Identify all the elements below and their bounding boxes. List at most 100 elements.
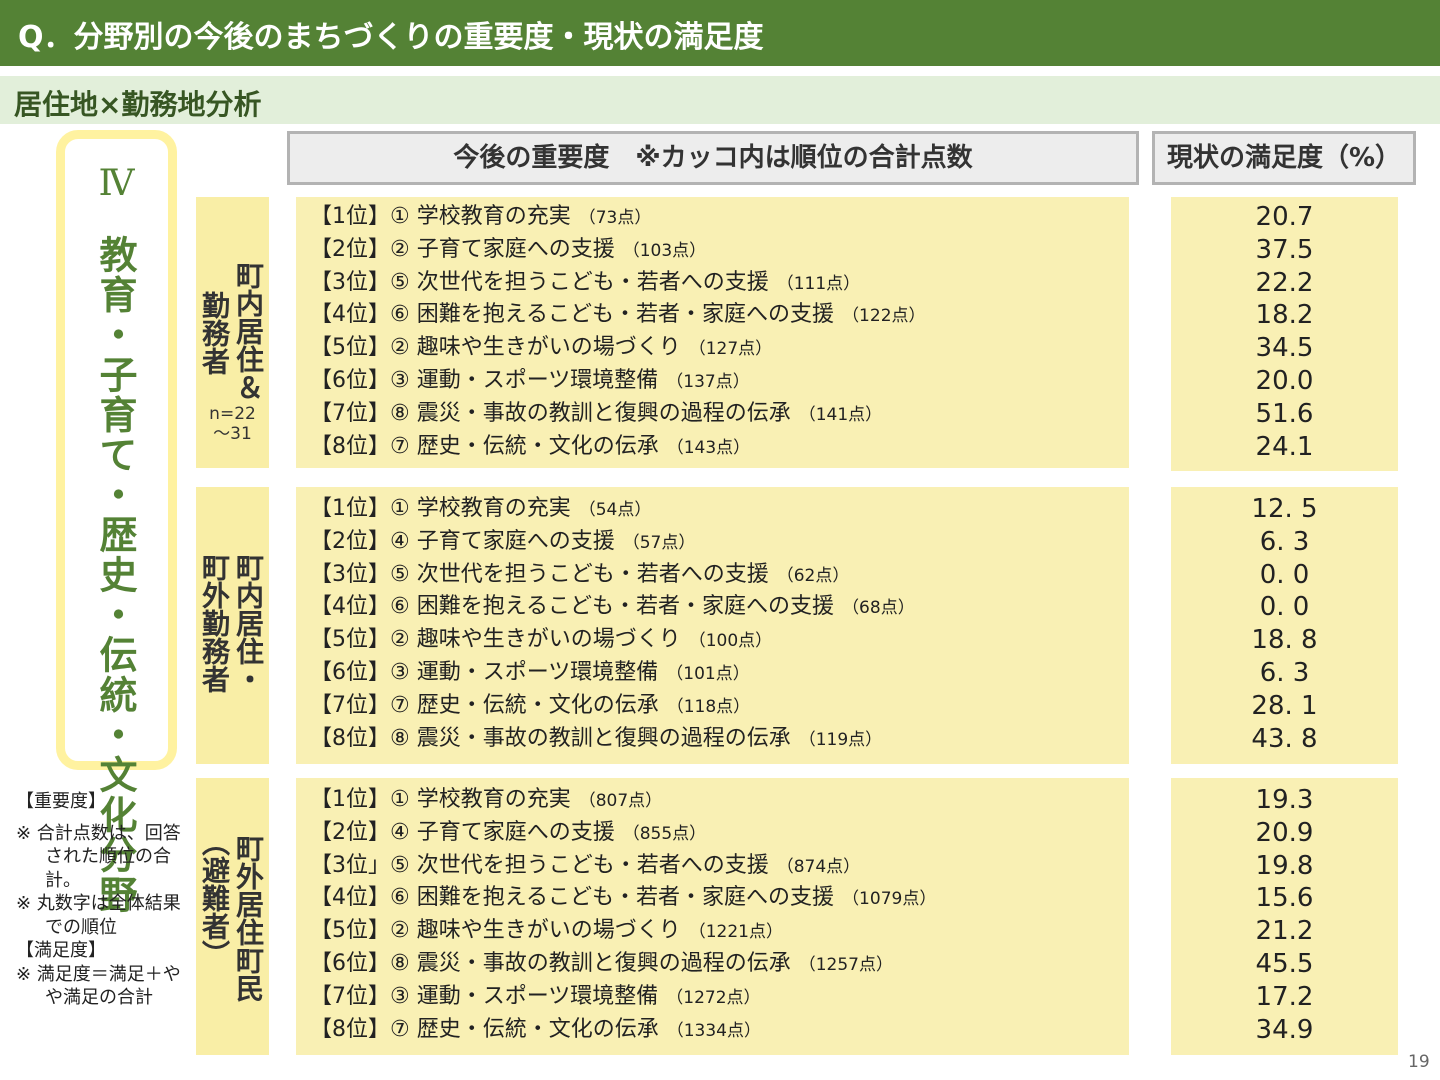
item-text: 【8位】⑦ 歴史・伝統・文化の伝承 [310,1016,659,1042]
item-points: （127点） [688,339,773,360]
note-importance-heading: 【重要度】 [16,791,106,812]
satisfaction-value: 37.5 [1255,234,1314,265]
satisfaction-value: 6. 3 [1259,657,1310,688]
list-item: 【4位】⑥ 困難を抱えるこども・若者・家庭への支援 （68点） [296,591,1129,624]
satisfaction-value: 15.6 [1255,883,1314,914]
list-item: 【3位」⑤ 次世代を担うこども・若者への支援 （874点） [296,850,1129,883]
item-text: 【4位】⑥ 困難を抱えるこども・若者・家庭への支援 [310,594,835,620]
group-label-outside-resident: 町外居住町民 （避難者） [196,778,269,1055]
page-subtitle: 居住地×勤務地分析 [14,88,262,121]
list-item: 【7位】③ 運動・スポーツ環境整備 （1272点） [296,981,1129,1014]
list-item: 【7位】⑧ 震災・事故の教訓と復興の過程の伝承 （141点） [296,398,1129,431]
item-points: （100点） [688,631,773,652]
satisfaction-value: 45.5 [1255,948,1314,979]
item-points: （118点） [666,696,751,717]
item-points: （101点） [666,663,750,684]
satisfaction-value: 0. 0 [1259,559,1310,590]
list-item: 【4位】⑥ 困難を抱えるこども・若者・家庭への支援 （1079点） [296,882,1129,915]
item-points: （111点） [776,273,861,294]
satisfaction-value: 22.2 [1255,267,1314,298]
item-points: （855点） [622,823,707,844]
item-text: 【7位】⑧ 震災・事故の教訓と復興の過程の伝承 [310,400,791,426]
satisfaction-value: 18.2 [1255,300,1314,331]
list-item: 【2位】② 子育て家庭への支援 （103点） [296,234,1129,267]
satisfaction-panel-group2: 12. 5 6. 3 0. 0 0. 0 18. 8 6. 3 28. 1 43… [1171,487,1398,764]
satisfaction-value: 17.2 [1255,981,1314,1012]
item-points: （119点） [798,729,883,750]
item-text: 【8位】⑦ 歴史・伝統・文化の伝承 [310,433,659,459]
satisfaction-value: 34.9 [1255,1014,1314,1045]
satisfaction-value: 20.0 [1255,365,1314,396]
item-points: （73点） [578,208,652,228]
importance-panel-group2: 【1位】① 学校教育の充実 （54点） 【2位】④ 子育て家庭への支援 （57点） … [296,487,1129,764]
satisfaction-header: 現状の満足度（%） [1152,131,1416,185]
item-text: 【2位】④ 子育て家庭への支援 [310,819,615,845]
satisfaction-value: 24.1 [1255,431,1314,462]
page-number: 19 [1408,1052,1430,1072]
page-title: Q．分野別の今後のまちづくりの重要度・現状の満足度 [18,20,764,55]
item-points: （874点） [776,856,861,877]
satisfaction-value: 6. 3 [1259,526,1310,557]
list-item: 【1位】① 学校教育の充実 （54点） [296,493,1129,526]
satisfaction-panel-group3: 19.3 20.9 19.8 15.6 21.2 45.5 17.2 34.9 [1171,778,1398,1055]
item-points: （1334点） [666,1020,761,1041]
satisfaction-value: 51.6 [1255,398,1314,429]
satisfaction-panel-group1: 20.7 37.5 22.2 18.2 34.5 20.0 51.6 24.1 [1171,197,1398,471]
item-text: 【8位】⑧ 震災・事故の教訓と復興の過程の伝承 [310,725,791,751]
list-item: 【3位】⑤ 次世代を担うこども・若者への支援 （111点） [296,267,1129,300]
satisfaction-value: 19.8 [1255,850,1314,881]
list-item: 【2位】④ 子育て家庭への支援 （855点） [296,817,1129,850]
item-text: 【1位】① 学校教育の充実 [310,204,571,229]
item-text: 【3位」⑤ 次世代を担うこども・若者への支援 [310,852,769,878]
item-points: （122点） [842,306,926,327]
satisfaction-value: 19.3 [1255,785,1314,815]
group-label-resident-worker: 町内居住＆ 勤務者 n=22 ～31 [196,197,269,468]
item-text: 【5位】② 趣味や生きがいの場づくり [310,335,681,361]
group-label-line2: 町外勤務者 [198,553,231,693]
satisfaction-value: 28. 1 [1251,690,1318,721]
note-3: ※ 満足度＝満足＋やや満足の合計 [16,963,181,1009]
item-points: （1257点） [798,954,893,975]
list-item: 【2位】④ 子育て家庭への支援 （57点） [296,526,1129,559]
list-item: 【5位】② 趣味や生きがいの場づくり （127点） [296,332,1129,365]
importance-panel-group3: 【1位】① 学校教育の充実 （807点） 【2位】④ 子育て家庭への支援 （855点… [296,778,1129,1055]
list-item: 【5位】② 趣味や生きがいの場づくり （1221点） [296,915,1129,948]
note-satisfaction-heading: 【満足度】 [16,940,106,961]
subtitle-bar: 居住地×勤務地分析 [0,76,1440,124]
item-points: （1221点） [688,922,783,943]
item-text: 【7位】③ 運動・スポーツ環境整備 [310,983,659,1009]
category-box: Ⅳ 教育・子育て・歴史・伝統・文化分野 [56,130,177,915]
item-text: 【3位】⑤ 次世代を担うこども・若者への支援 [310,269,769,295]
satisfaction-value: 21.2 [1255,916,1314,947]
item-text: 【6位】③ 運動・スポーツ環境整備 [310,659,659,685]
item-points: （807点） [578,791,663,811]
satisfaction-value: 20.7 [1255,202,1314,232]
group-label-line2: 勤務者 [198,291,231,375]
satisfaction-value: 34.5 [1255,333,1314,364]
note-2: ※ 丸数字は全体結果での順位 [16,893,181,938]
item-points: （1272点） [666,987,761,1008]
item-text: 【1位】① 学校教育の充実 [310,496,571,521]
list-item: 【6位】③ 運動・スポーツ環境整備 （101点） [296,657,1129,690]
item-text: 【1位】① 学校教育の充実 [310,787,571,812]
item-text: 【5位】② 趣味や生きがいの場づくり [310,918,681,944]
item-text: 【6位】③ 運動・スポーツ環境整備 [310,367,659,393]
list-item: 【6位】⑧ 震災・事故の教訓と復興の過程の伝承 （1257点） [296,948,1129,981]
list-item: 【3位】⑤ 次世代を担うこども・若者への支援 （62点） [296,559,1129,592]
item-points: （137点） [666,371,750,392]
satisfaction-value: 0. 0 [1259,592,1310,623]
item-points: （1079点） [842,889,937,910]
item-points: （143点） [666,437,751,458]
item-text: 【3位】⑤ 次世代を担うこども・若者への支援 [310,561,769,587]
title-bar: Q．分野別の今後のまちづくりの重要度・現状の満足度 [0,0,1440,66]
satisfaction-value: 12. 5 [1251,494,1318,524]
list-item: 【1位】① 学校教育の充実 （73点） [296,201,1129,234]
list-item: 【1位】① 学校教育の充実 （807点） [296,784,1129,817]
list-item: 【6位】③ 運動・スポーツ環境整備 （137点） [296,365,1129,398]
item-text: 【5位】② 趣味や生きがいの場づくり [310,627,681,653]
group-label-line1: 町内居住・ [232,553,265,693]
item-points: （68点） [842,598,915,619]
list-item: 【8位】⑧ 震災・事故の教訓と復興の過程の伝承 （119点） [296,723,1129,756]
category-number: Ⅳ [98,163,135,204]
list-item: 【5位】② 趣味や生きがいの場づくり （100点） [296,624,1129,657]
